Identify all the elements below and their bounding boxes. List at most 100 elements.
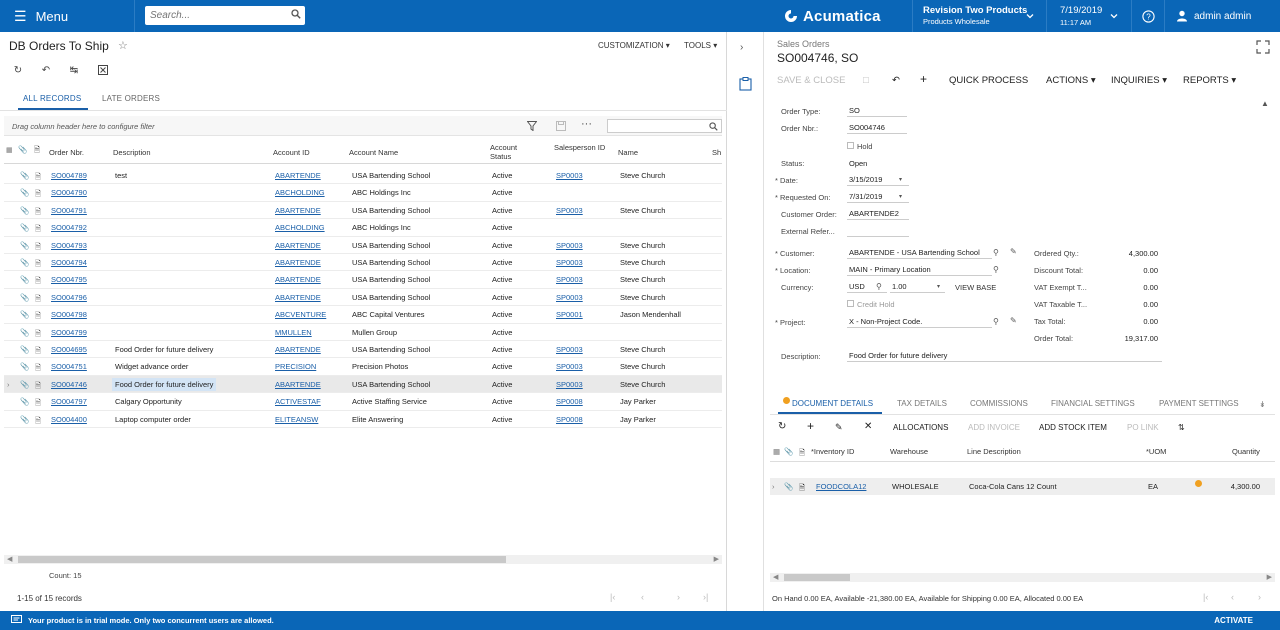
- salesperson-name-cell[interactable]: Steve Church: [620, 345, 665, 354]
- search-icon[interactable]: [291, 9, 301, 19]
- salesperson-name-cell[interactable]: Jason Mendenhall: [620, 310, 681, 319]
- account-id-link[interactable]: ACTIVESTAF: [275, 397, 321, 406]
- attachment-icon[interactable]: 📎: [20, 380, 29, 389]
- account-name-cell[interactable]: USA Bartending School: [352, 171, 430, 180]
- customer-search-icon[interactable]: ⚲: [993, 248, 999, 257]
- salesperson-id-link[interactable]: SP0008: [556, 397, 583, 406]
- account-id-link[interactable]: ELITEANSW: [275, 415, 318, 424]
- order-nbr-link[interactable]: SO004799: [51, 328, 87, 337]
- note-icon[interactable]: 🗎: [35, 310, 41, 323]
- breadcrumb[interactable]: Sales Orders: [777, 39, 830, 49]
- favorite-star-icon[interactable]: ☆: [118, 39, 128, 52]
- save-close-button[interactable]: SAVE & CLOSE: [777, 75, 845, 86]
- description-cell[interactable]: Calgary Opportunity: [115, 397, 182, 406]
- order-nbr-link[interactable]: SO004797: [51, 397, 87, 406]
- account-status-cell[interactable]: Active: [492, 223, 512, 232]
- customer-edit-icon[interactable]: ✎: [1010, 247, 1017, 256]
- scrollbar-thumb[interactable]: [784, 574, 850, 581]
- salesperson-id-link[interactable]: SP0003: [556, 241, 583, 250]
- order-nbr-link[interactable]: SO004794: [51, 258, 87, 267]
- table-row[interactable]: 📎 🗎 SO004790 ABCHOLDING ABC Holdings Inc Acti…: [4, 184, 722, 202]
- attachment-icon[interactable]: 📎: [20, 345, 29, 354]
- add-invoice-button[interactable]: ADD INVOICE: [968, 423, 1020, 432]
- account-id-link[interactable]: ABARTENDE: [275, 171, 321, 180]
- salesperson-name-cell[interactable]: Steve Church: [620, 293, 665, 302]
- external-ref-field[interactable]: [847, 224, 909, 237]
- salesperson-name-cell[interactable]: Jay Parker: [620, 397, 656, 406]
- account-status-cell[interactable]: Active: [492, 380, 512, 389]
- account-id-link[interactable]: ABARTENDE: [275, 380, 321, 389]
- note-icon[interactable]: 🗎: [35, 171, 41, 184]
- table-row[interactable]: 📎 🗎 SO004798 ABCVENTURE ABC Capital Ventures…: [4, 306, 722, 324]
- order-nbr-link[interactable]: SO004400: [51, 415, 87, 424]
- table-row[interactable]: 📎 🗎 SO004799 MMULLEN Mullen Group Active: [4, 324, 722, 341]
- scroll-right-icon[interactable]: ▶: [1267, 573, 1272, 581]
- account-name-cell[interactable]: ABC Capital Ventures: [352, 310, 425, 319]
- delete-row-icon[interactable]: ✕: [864, 421, 872, 432]
- account-id-link[interactable]: PRECISION: [275, 362, 316, 371]
- grid-search-input[interactable]: [608, 120, 708, 132]
- column-name[interactable]: Name: [618, 148, 638, 157]
- attachment-icon[interactable]: 📎: [20, 293, 29, 302]
- business-date-selector[interactable]: 7/19/2019 11:17 AM: [1048, 0, 1132, 32]
- project-field[interactable]: X - Non-Project Code.: [847, 315, 992, 328]
- column-warehouse[interactable]: Warehouse: [890, 447, 928, 456]
- salesperson-id-link[interactable]: SP0008: [556, 415, 583, 424]
- salesperson-id-link[interactable]: SP0003: [556, 362, 583, 371]
- export-excel-icon[interactable]: [96, 63, 110, 77]
- order-nbr-link[interactable]: SO004792: [51, 223, 87, 232]
- grid-search[interactable]: [607, 119, 722, 133]
- salesperson-id-link[interactable]: SP0001: [556, 310, 583, 319]
- note-icon[interactable]: 🗎: [35, 241, 41, 254]
- filter-icon[interactable]: [527, 121, 537, 131]
- table-row[interactable]: 📎 🗎 SO004794 ABARTENDE USA Bartending School…: [4, 254, 722, 272]
- account-name-cell[interactable]: USA Bartending School: [352, 380, 430, 389]
- collapse-header-icon[interactable]: ▲: [1261, 99, 1269, 108]
- currency-search-icon[interactable]: ⚲: [876, 282, 882, 291]
- order-nbr-link[interactable]: SO004795: [51, 275, 87, 284]
- order-nbr-link[interactable]: SO004746: [51, 380, 87, 389]
- company-selector[interactable]: Revision Two Products Products Wholesale: [912, 0, 1047, 32]
- note-icon[interactable]: 🗎: [35, 397, 41, 410]
- attachment-icon[interactable]: 📎: [20, 188, 29, 197]
- description-cell[interactable]: Food Order for future delivery: [112, 377, 217, 391]
- account-id-link[interactable]: ABARTENDE: [275, 258, 321, 267]
- account-id-link[interactable]: ABARTENDE: [275, 275, 321, 284]
- column-order-nbr[interactable]: Order Nbr.: [49, 148, 84, 157]
- note-icon[interactable]: 🗎: [799, 482, 805, 495]
- actions-menu[interactable]: ACTIONS ▾: [1046, 75, 1096, 86]
- note-icon[interactable]: 🗎: [35, 380, 41, 393]
- location-search-icon[interactable]: ⚲: [993, 265, 999, 274]
- search-icon[interactable]: [709, 122, 718, 131]
- clipboard-icon[interactable]: [739, 77, 752, 91]
- help-button[interactable]: ?: [1133, 0, 1165, 32]
- credit-hold-checkbox[interactable]: [847, 300, 854, 307]
- tab-late-orders[interactable]: LATE ORDERS: [102, 94, 160, 103]
- date-chevron-icon[interactable]: ▾: [899, 176, 902, 183]
- attachment-icon[interactable]: 📎: [20, 328, 29, 337]
- quick-process-button[interactable]: QUICK PROCESS: [949, 75, 1028, 86]
- allocations-button[interactable]: ALLOCATIONS: [893, 423, 948, 432]
- account-status-cell[interactable]: Active: [492, 241, 512, 250]
- salesperson-id-link[interactable]: SP0003: [556, 345, 583, 354]
- refresh-icon[interactable]: ↻: [778, 421, 786, 432]
- note-icon[interactable]: 🗎: [35, 362, 41, 375]
- customer-order-field[interactable]: ABARTENDE2: [847, 207, 909, 220]
- row-expand-icon[interactable]: ›: [772, 482, 775, 491]
- account-name-cell[interactable]: USA Bartending School: [352, 345, 430, 354]
- note-icon[interactable]: 🗎: [35, 206, 41, 219]
- account-id-link[interactable]: ABCHOLDING: [275, 223, 325, 232]
- account-name-cell[interactable]: USA Bartending School: [352, 241, 430, 250]
- account-name-cell[interactable]: ABC Holdings Inc: [352, 223, 411, 232]
- account-name-cell[interactable]: USA Bartending School: [352, 206, 430, 215]
- account-status-cell[interactable]: Active: [492, 397, 512, 406]
- salesperson-name-cell[interactable]: Steve Church: [620, 380, 665, 389]
- attachment-icon[interactable]: 📎: [20, 275, 29, 284]
- account-name-cell[interactable]: ABC Holdings Inc: [352, 188, 411, 197]
- account-status-cell[interactable]: Active: [492, 310, 512, 319]
- account-name-cell[interactable]: USA Bartending School: [352, 275, 430, 284]
- account-status-cell[interactable]: Active: [492, 328, 512, 337]
- account-status-cell[interactable]: Active: [492, 275, 512, 284]
- customization-menu[interactable]: CUSTOMIZATION ▾: [598, 41, 670, 50]
- previous-page-icon[interactable]: ‹: [641, 592, 644, 602]
